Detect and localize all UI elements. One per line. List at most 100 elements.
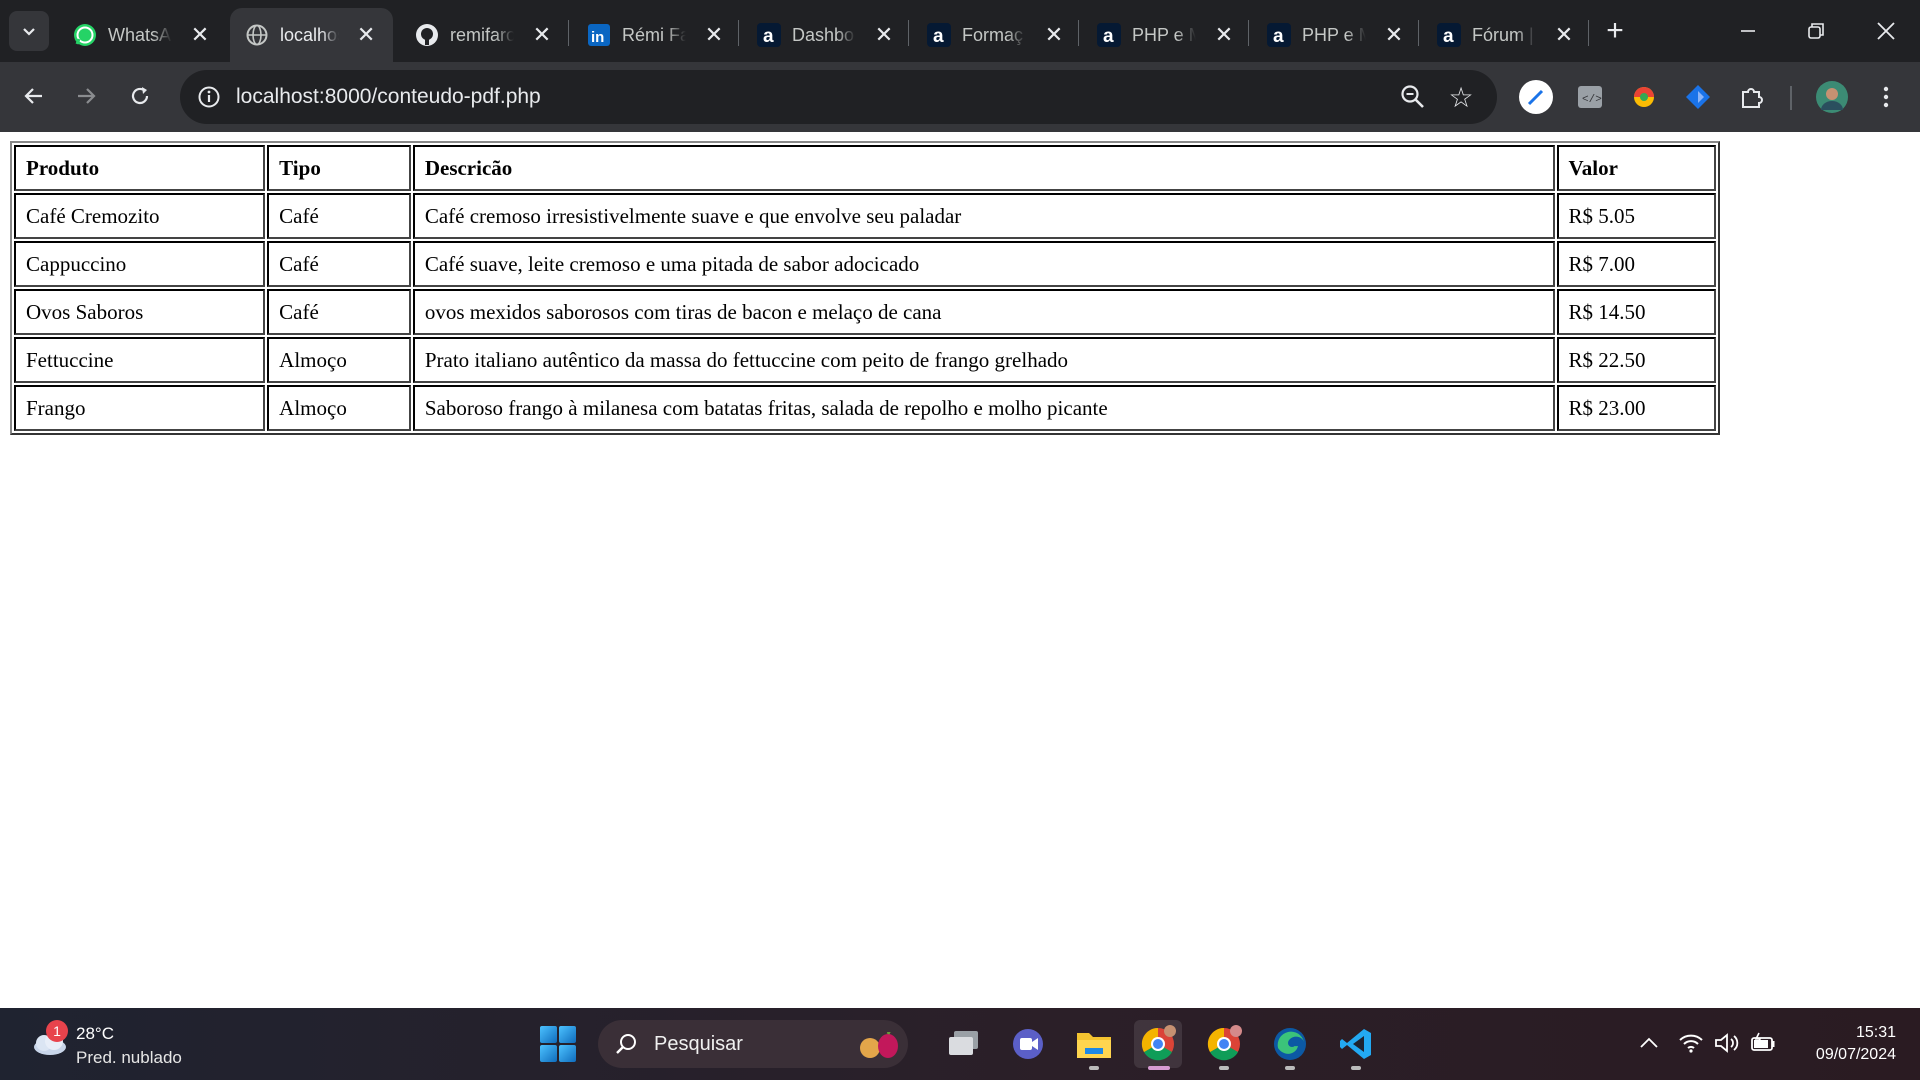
extension-diamond-icon[interactable]	[1680, 79, 1716, 115]
tab-title: Fórum |	[1472, 24, 1534, 45]
table-row: Ovos Saboros Café ovos mexidos saborosos…	[14, 289, 1716, 335]
cell-tipo: Almoço	[267, 385, 411, 431]
extension-pen-icon[interactable]	[1518, 79, 1554, 115]
cell-valor: R$ 14.50	[1556, 289, 1716, 335]
running-indicator	[1285, 1066, 1295, 1070]
close-icon[interactable]: ✕	[1210, 21, 1238, 49]
forward-button[interactable]	[66, 76, 106, 116]
start-button[interactable]	[540, 1026, 576, 1062]
url-text[interactable]: localhost:8000/conteudo-pdf.php	[236, 70, 541, 124]
task-view-icon	[949, 1031, 978, 1055]
arrow-left-icon	[24, 88, 42, 104]
extension-color-icon[interactable]	[1626, 79, 1662, 115]
table-row: Frango Almoço Saboroso frango à milanesa…	[14, 385, 1716, 431]
page-content: Produto Tipo Descricão Valor Café Cremoz…	[0, 132, 1920, 1008]
tab-alura-dashboard[interactable]: a Dashbo ✕	[742, 8, 912, 62]
tab-separator	[1588, 20, 1589, 46]
extensions-puzzle-icon[interactable]	[1734, 79, 1770, 115]
taskbar-chrome-profile[interactable]	[1200, 1020, 1248, 1070]
taskbar-vscode[interactable]	[1332, 1020, 1380, 1070]
cell-valor: R$ 5.05	[1556, 193, 1716, 239]
tab-localhost[interactable]: localhost ✕	[230, 8, 393, 62]
tab-whatsapp[interactable]: WhatsApp ✕	[58, 8, 228, 62]
close-window-button[interactable]	[1852, 0, 1920, 62]
volume-status[interactable]	[1714, 1030, 1740, 1056]
running-indicator	[1351, 1066, 1361, 1070]
browser-tab-strip: WhatsApp ✕ localhost ✕ remifaro ✕ in Rém…	[0, 0, 1920, 62]
cell-produto: Frango	[14, 385, 266, 431]
close-icon[interactable]: ✕	[870, 21, 898, 49]
extension-code-icon[interactable]: </>	[1572, 79, 1608, 115]
battery-charging-icon	[1751, 1032, 1775, 1051]
tab-alura-php-1[interactable]: a PHP e M ✕	[1082, 8, 1252, 62]
alura-icon: a	[1266, 22, 1292, 48]
svg-text:a: a	[933, 26, 944, 47]
bookmark-star-icon[interactable]: ☆	[1444, 80, 1478, 114]
show-hidden-icons-button[interactable]	[1636, 1030, 1662, 1056]
cell-tipo: Café	[267, 241, 411, 287]
close-icon[interactable]: ✕	[186, 21, 214, 49]
weather-temperature: 28°C	[76, 1024, 114, 1043]
arrow-right-icon	[78, 88, 96, 104]
search-icon	[616, 1034, 636, 1054]
tab-alura-forum[interactable]: a Fórum | ✕	[1422, 8, 1592, 62]
close-icon[interactable]: ✕	[1380, 21, 1408, 49]
close-icon[interactable]: ✕	[1040, 21, 1068, 49]
taskbar-search[interactable]: Pesquisar	[598, 1020, 908, 1068]
battery-status[interactable]	[1750, 1030, 1776, 1056]
close-icon[interactable]: ✕	[353, 21, 379, 49]
tab-linkedin[interactable]: in Rémi Fa ✕	[572, 8, 742, 62]
alura-icon: a	[756, 22, 782, 48]
new-tab-button[interactable]: +	[1598, 14, 1632, 48]
tab-separator	[568, 20, 569, 46]
site-info-icon[interactable]	[194, 82, 224, 112]
back-button[interactable]	[14, 76, 54, 116]
svg-text:</>: </>	[1582, 94, 1602, 106]
cell-produto: Ovos Saboros	[14, 289, 266, 335]
taskbar-chrome-active[interactable]	[1134, 1020, 1182, 1070]
taskbar-edge[interactable]	[1266, 1020, 1314, 1070]
speaker-icon	[1715, 1033, 1739, 1053]
taskbar-file-explorer[interactable]	[1070, 1020, 1118, 1070]
zoom-icon[interactable]	[1398, 82, 1428, 112]
reload-button[interactable]	[120, 76, 160, 116]
close-icon	[1877, 22, 1895, 40]
cell-valor: R$ 23.00	[1556, 385, 1716, 431]
close-icon[interactable]: ✕	[1550, 21, 1578, 49]
svg-text:a: a	[1273, 26, 1284, 47]
cell-valor: R$ 7.00	[1556, 241, 1716, 287]
restore-button[interactable]	[1782, 0, 1850, 62]
header-tipo: Tipo	[267, 145, 411, 191]
tab-separator	[1248, 20, 1249, 46]
running-indicator	[1219, 1066, 1229, 1070]
cell-tipo: Café	[267, 289, 411, 335]
close-icon[interactable]: ✕	[700, 21, 728, 49]
tab-alura-php-2[interactable]: a PHP e M ✕	[1252, 8, 1422, 62]
close-icon[interactable]: ✕	[528, 21, 556, 49]
toolbar-separator	[1790, 86, 1792, 110]
minimize-button[interactable]	[1714, 0, 1782, 62]
cell-produto: Café Cremozito	[14, 193, 266, 239]
weather-widget[interactable]: 1 28°C Pred. nublado	[26, 1020, 226, 1070]
tab-title: Rémi Fa	[622, 24, 686, 45]
wifi-icon	[1679, 1034, 1703, 1053]
system-clock[interactable]: 15:31 09/07/2024	[1780, 1022, 1896, 1066]
cell-produto: Cappuccino	[14, 241, 266, 287]
tab-alura-formacao[interactable]: a Formaç ✕	[912, 8, 1082, 62]
profile-avatar[interactable]	[1814, 79, 1850, 115]
cell-descricao: Café suave, leite cremoso e uma pitada d…	[412, 241, 1555, 287]
cell-descricao: ovos mexidos saborosos com tiras de baco…	[412, 289, 1555, 335]
folder-icon	[1077, 1033, 1111, 1058]
reload-icon	[131, 87, 149, 105]
more-menu-icon[interactable]	[1868, 79, 1904, 115]
windows-taskbar: 1 28°C Pred. nublado Pesquisar 15:31 09/…	[0, 1008, 1920, 1080]
taskbar-teams[interactable]	[1004, 1020, 1052, 1068]
task-view-button[interactable]	[940, 1020, 988, 1068]
clock-date: 09/07/2024	[1815, 1046, 1896, 1063]
tab-search-button[interactable]	[9, 11, 49, 51]
address-bar[interactable]: localhost:8000/conteudo-pdf.php ☆	[180, 70, 1497, 124]
tab-github[interactable]: remifaro ✕	[400, 8, 570, 62]
notification-badge: 1	[46, 1020, 68, 1042]
wifi-status[interactable]	[1678, 1030, 1704, 1056]
header-valor: Valor	[1556, 145, 1716, 191]
